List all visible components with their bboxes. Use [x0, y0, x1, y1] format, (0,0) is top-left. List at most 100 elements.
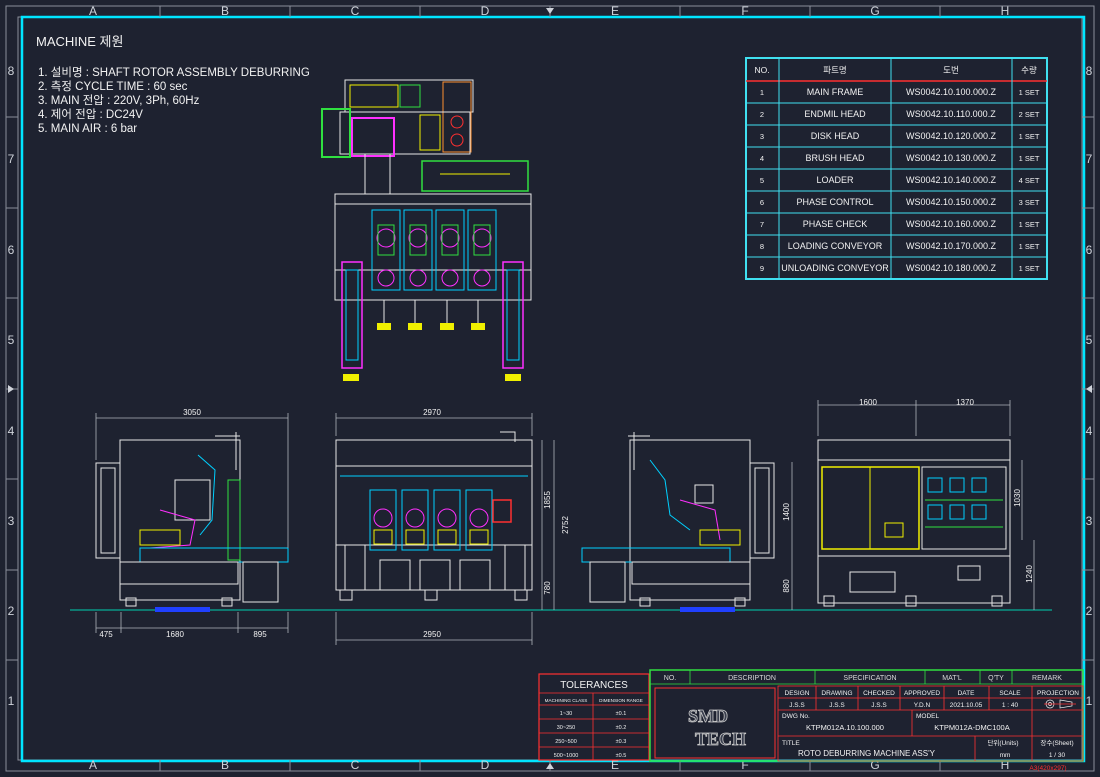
- zone-number: 4: [1086, 424, 1093, 438]
- table-header: 파트명: [823, 65, 846, 75]
- zone-number: 6: [1086, 243, 1093, 257]
- zone-number: 1: [1086, 694, 1093, 708]
- dimension-label: 1370: [956, 398, 974, 407]
- table-cell: 1 SET: [1019, 242, 1040, 251]
- drawing-title: ROTO DEBURRING MACHINE ASS'Y: [798, 749, 936, 758]
- zone-letter: H: [1001, 4, 1010, 18]
- titleblock-header: NO.: [664, 675, 677, 682]
- zone-letter: E: [611, 4, 619, 18]
- title-label: TITLE: [782, 740, 800, 747]
- titleblock-header: SPECIFICATION: [843, 675, 896, 682]
- tolerances-col: MACHINING CLASS: [545, 698, 588, 703]
- zone-letter: F: [741, 4, 748, 18]
- table-cell: PHASE CONTROL: [796, 197, 873, 207]
- zone-number: 5: [1086, 333, 1093, 347]
- table-cell: DISK HEAD: [811, 131, 860, 141]
- titleblock-value: J.S.S: [789, 702, 805, 709]
- tolerance-cell: ±0.1: [616, 711, 627, 717]
- tolerance-cell: 1~30: [560, 711, 572, 717]
- titleblock-label: DESIGN: [785, 690, 810, 697]
- dimension-label: 2970: [423, 408, 441, 417]
- table-cell: WS0042.10.100.000.Z: [906, 87, 997, 97]
- zone-number: 5: [8, 333, 15, 347]
- table-cell: 3: [760, 132, 764, 141]
- zone-number: 8: [8, 64, 15, 78]
- tolerance-cell: 250~500: [555, 739, 577, 745]
- titleblock-label: DRAWING: [821, 690, 852, 697]
- model-number: KTPM012A-DMC100A: [934, 723, 1009, 732]
- table-cell: 5: [760, 176, 764, 185]
- tolerance-cell: ±0.2: [616, 725, 627, 731]
- dwg-number: KTPM012A.10.100.000: [806, 723, 884, 732]
- table-cell: PHASE CHECK: [803, 219, 868, 229]
- table-cell: 1: [760, 88, 764, 97]
- table-cell: WS0042.10.170.000.Z: [906, 241, 997, 251]
- zone-letter: H: [1001, 758, 1010, 772]
- dimension-label: 475: [99, 630, 113, 639]
- tolerance-cell: ±0.5: [616, 753, 627, 759]
- table-cell: 6: [760, 198, 764, 207]
- titleblock-value: Y.D.N: [914, 702, 931, 709]
- table-header: NO.: [754, 65, 769, 75]
- zone-letter: G: [870, 758, 879, 772]
- titleblock-header: REMARK: [1032, 675, 1062, 682]
- zone-number: 7: [1086, 152, 1093, 166]
- titleblock-label: SCALE: [999, 690, 1021, 697]
- titleblock-value: 2021.10.05: [950, 702, 983, 709]
- zone-number: 6: [8, 243, 15, 257]
- table-cell: 1 SET: [1019, 88, 1040, 97]
- company-logo: TECH: [695, 729, 746, 749]
- zone-letter: B: [221, 758, 229, 772]
- titleblock-value: J.S.S: [829, 702, 845, 709]
- dimension-label: 1600: [859, 398, 877, 407]
- table-cell: 7: [760, 220, 764, 229]
- table-cell: BRUSH HEAD: [805, 153, 865, 163]
- zone-number: 1: [8, 694, 15, 708]
- table-cell: WS0042.10.150.000.Z: [906, 197, 997, 207]
- model-label: MODEL: [916, 713, 940, 720]
- table-cell: 4 SET: [1019, 176, 1040, 185]
- zone-number: 2: [8, 604, 15, 618]
- dwg-label: DWG No.: [782, 713, 810, 720]
- tolerance-cell: 500~1000: [554, 753, 579, 759]
- tolerances-col: DIMENSION RANGE: [599, 698, 643, 703]
- company-logo: SMD: [688, 706, 728, 726]
- table-cell: 8: [760, 242, 764, 251]
- table-cell: 2: [760, 110, 764, 119]
- zone-number: 8: [1086, 64, 1093, 78]
- drawing-sheet: ABCDEFGH ABCDEFGH 87654321 87654321 MACH…: [0, 0, 1100, 777]
- table-cell: ENDMIL HEAD: [804, 109, 866, 119]
- dimension-label: 1680: [166, 630, 184, 639]
- zone-letter: G: [870, 4, 879, 18]
- table-cell: 1 SET: [1019, 132, 1040, 141]
- paper-size: A3(420x297): [1029, 765, 1066, 772]
- table-cell: WS0042.10.110.000.Z: [906, 109, 996, 119]
- table-cell: WS0042.10.140.000.Z: [906, 175, 997, 185]
- table-cell: 4: [760, 154, 764, 163]
- table-header: 수량: [1021, 65, 1037, 75]
- spec-line: 3. MAIN 전압 : 220V, 3Ph, 60Hz: [38, 94, 200, 107]
- titleblock-header: Q'TY: [988, 675, 1004, 682]
- table-cell: 9: [760, 264, 764, 273]
- spec-line: 4. 제어 전압 : DC24V: [38, 108, 143, 121]
- table-cell: WS0042.10.130.000.Z: [906, 153, 997, 163]
- spec-title: MACHINE 제원: [36, 34, 123, 49]
- zone-letter: A: [89, 758, 97, 772]
- table-cell: 3 SET: [1019, 198, 1040, 207]
- zone-letter: A: [89, 4, 97, 18]
- titleblock-value: 1 : 40: [1002, 702, 1019, 709]
- tolerance-cell: ±0.3: [616, 739, 627, 745]
- zone-letter: C: [351, 4, 360, 18]
- table-cell: UNLOADING CONVEYOR: [781, 263, 889, 273]
- table-cell: WS0042.10.180.000.Z: [906, 263, 997, 273]
- table-cell: LOADING CONVEYOR: [788, 241, 883, 251]
- table-cell: 1 SET: [1019, 220, 1040, 229]
- table-cell: MAIN FRAME: [807, 87, 864, 97]
- zone-number: 2: [1086, 604, 1093, 618]
- units-label: 단위(Units): [987, 738, 1018, 747]
- spec-line: 5. MAIN AIR : 6 bar: [38, 123, 137, 135]
- titleblock-header: MAT'L: [942, 675, 962, 682]
- tolerances-title: TOLERANCES: [560, 680, 628, 691]
- dimension-label: 780: [543, 581, 552, 595]
- table-cell: 1 SET: [1019, 264, 1040, 273]
